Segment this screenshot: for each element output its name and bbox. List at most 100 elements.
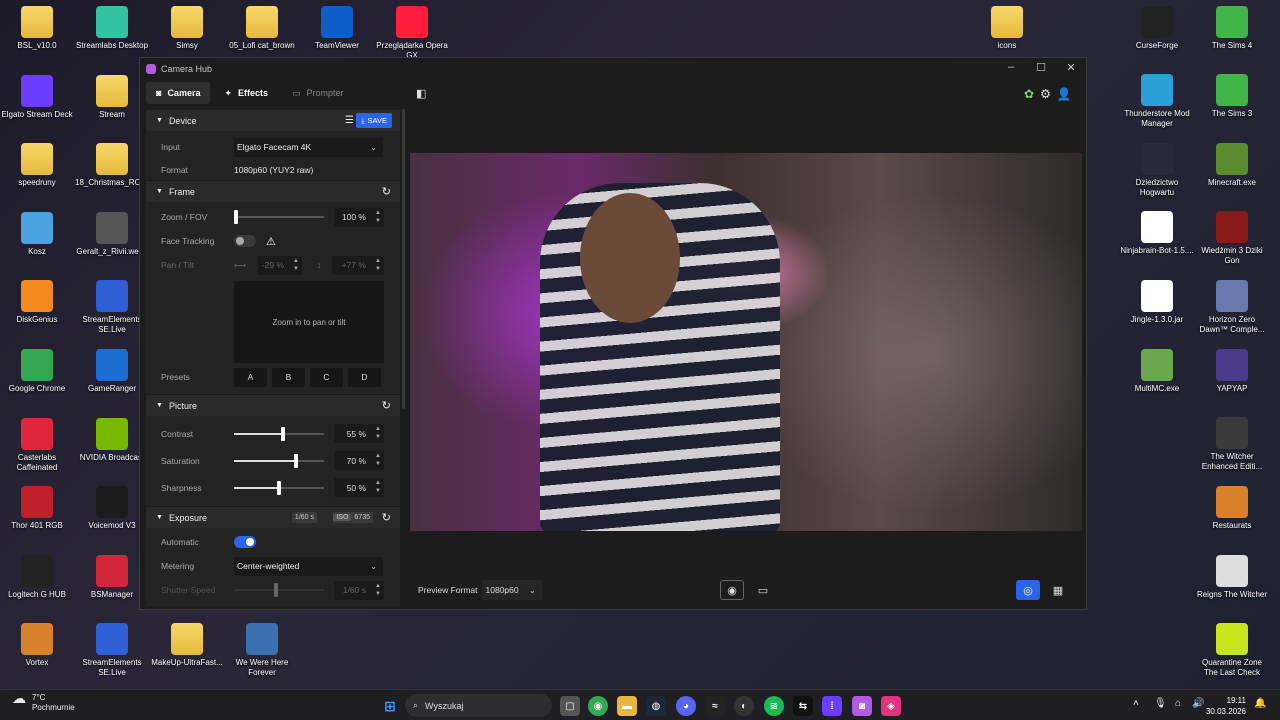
reset-icon[interactable]: ↻ <box>382 185 391 198</box>
sharpness-slider[interactable] <box>234 480 324 495</box>
preset-a-button[interactable]: A <box>234 367 267 387</box>
saturation-slider[interactable] <box>234 453 324 468</box>
desktop-icon[interactable]: Restaurats <box>1195 486 1269 531</box>
save-button[interactable]: ⤓ SAVE <box>356 113 392 128</box>
preset-b-button[interactable]: B <box>272 367 305 387</box>
desktop-icon[interactable]: Thunderstore Mod Manager <box>1120 74 1194 129</box>
stepper-icon[interactable]: ▲ ▼ <box>375 257 381 273</box>
settings-panel[interactable]: ▼ Device ☰ ⤓ SAVE Input Elgato Facecam 4… <box>146 109 400 606</box>
collapse-triangle-icon[interactable]: ▼ <box>156 514 163 521</box>
warning-icon[interactable]: ⚠ <box>266 235 276 248</box>
stepper-icon[interactable]: ▲ ▼ <box>375 452 381 468</box>
preset-c-button[interactable]: C <box>310 367 343 387</box>
desktop-icon[interactable]: Voicemod V3 <box>75 486 149 531</box>
metering-dropdown[interactable]: Center-weighted ⌄ <box>234 556 383 576</box>
grid-icon[interactable]: ▦ <box>1046 580 1070 600</box>
sidebar-toggle-icon[interactable]: ◧ <box>416 87 426 100</box>
desktop-icon[interactable]: Quarantine Zone The Last Check <box>1195 623 1269 678</box>
maximize-icon[interactable]: ☐ <box>1026 61 1056 74</box>
desktop-icon[interactable]: Ninjabrain-Bot-1.5.... <box>1120 211 1194 256</box>
teamviewer-icon[interactable]: ⇆ <box>793 696 813 716</box>
desktop-icon[interactable]: 18_Christmas_RO..._Purple <box>75 143 175 188</box>
snapshot-icon[interactable]: ◉ <box>720 580 744 600</box>
reset-icon[interactable]: ↻ <box>382 511 391 524</box>
minimize-icon[interactable]: – <box>996 61 1026 73</box>
desktop-icon[interactable]: Reigns The Witcher <box>1195 555 1269 600</box>
desktop-icon[interactable]: GameRanger <box>75 349 149 394</box>
contrast-slider-handle[interactable] <box>281 426 285 441</box>
desktop-icon[interactable]: Kosz <box>0 211 74 257</box>
desktop-icon[interactable]: TeamViewer <box>300 6 374 51</box>
chevron-up-icon[interactable]: ˄ <box>1133 698 1139 709</box>
microphone-icon[interactable]: 🎙 <box>1154 698 1167 709</box>
start-icon[interactable]: ⊞ <box>380 696 400 716</box>
user-icon[interactable]: 👤 <box>1057 87 1072 101</box>
desktop-icon[interactable]: CurseForge <box>1120 6 1194 51</box>
desktop-icon[interactable]: YAPYAP <box>1195 349 1269 394</box>
folder-icon[interactable]: ▭ <box>751 580 775 600</box>
saturation-slider-handle[interactable] <box>294 453 298 468</box>
contrast-slider[interactable] <box>234 426 324 441</box>
stepper-icon[interactable]: ▲ ▼ <box>375 209 381 225</box>
sharpness-input[interactable]: 50 % ▲ ▼ <box>334 478 384 497</box>
task-view-icon[interactable]: ▢ <box>560 696 580 716</box>
marketplace-icon[interactable]: ✿ <box>1024 87 1034 101</box>
desktop-icon[interactable]: icons <box>970 6 1044 51</box>
tilt-input[interactable]: +77 % ▲ ▼ <box>332 255 384 275</box>
desktop-icon[interactable]: MakeUp-UltraFast... <box>150 623 224 668</box>
pan-input[interactable]: -29 % ▲ ▼ <box>258 255 302 275</box>
notification-bell-icon[interactable]: 🔔 <box>1254 698 1266 709</box>
desktop-icon[interactable]: Simsy <box>150 6 224 51</box>
zoom-input[interactable]: 100 % ▲ ▼ <box>334 207 384 227</box>
close-icon[interactable]: ✕ <box>1056 61 1086 74</box>
desktop-icon[interactable]: Stream <box>75 74 149 120</box>
input-dropdown[interactable]: Elgato Facecam 4K ⌄ <box>234 137 383 157</box>
shutter-input[interactable]: 1/60 s ▲ ▼ <box>334 580 384 600</box>
face-tracking-toggle[interactable] <box>234 235 256 247</box>
zoom-slider-handle[interactable] <box>234 210 238 224</box>
streamelements-icon[interactable]: ◐ <box>734 696 754 716</box>
contrast-input[interactable]: 55 % ▲ ▼ <box>334 424 384 443</box>
desktop-icon[interactable]: Dziedzictwo Hogwartu <box>1120 143 1194 198</box>
app-taskbar-icon[interactable]: ◈ <box>881 696 901 716</box>
sliders-icon[interactable]: ☰ <box>345 115 354 126</box>
desktop-icon[interactable]: BSL_v10.0 <box>0 6 74 51</box>
panel-scrollbar[interactable] <box>402 109 405 409</box>
collapse-triangle-icon[interactable]: ▼ <box>156 117 163 124</box>
exposure-section-header[interactable]: ▼ Exposure 1/60 s ISO 6735 ↻ <box>146 506 400 528</box>
title-bar[interactable]: Camera Hub – ☐ ✕ <box>140 58 1086 79</box>
desktop-icon[interactable]: Geralt_z_Rivii.webp <box>75 211 149 257</box>
sharpness-slider-handle[interactable] <box>277 480 281 495</box>
automatic-toggle[interactable] <box>234 536 256 548</box>
desktop-icon[interactable]: 05_Lofi cat_brown <box>225 6 299 51</box>
desktop-icon[interactable]: Vortex <box>0 623 74 668</box>
shutter-slider-handle[interactable] <box>274 583 278 597</box>
camera-hub-taskbar-icon[interactable]: ◙ <box>852 696 872 716</box>
tab-camera[interactable]: ◙ Camera <box>146 82 211 104</box>
reset-icon[interactable]: ↻ <box>382 399 391 412</box>
saturation-input[interactable]: 70 % ▲ ▼ <box>334 451 384 470</box>
file-explorer-icon[interactable]: ▬ <box>617 696 637 716</box>
desktop-icon[interactable]: Wiedźmin 3 Dziki Gon <box>1195 211 1269 266</box>
desktop-icon[interactable]: Jingle-1.3.0.jar <box>1120 280 1194 325</box>
device-section-header[interactable]: ▼ Device ☰ ⤓ SAVE <box>146 109 400 131</box>
tab-effects[interactable]: ✦ Effects <box>214 82 278 104</box>
stepper-icon[interactable]: ▲ ▼ <box>375 425 381 441</box>
preset-d-button[interactable]: D <box>348 367 381 387</box>
desktop-icon[interactable]: The Sims 3 <box>1195 74 1269 119</box>
desktop-icon[interactable]: Logitech G HUB <box>0 554 74 600</box>
desktop-icon[interactable]: Elgato Stream Deck <box>0 74 74 120</box>
tab-prompter[interactable]: ▭ Prompter <box>282 82 354 104</box>
desktop-icon[interactable]: Casterlabs Caffeinated <box>0 417 74 473</box>
collapse-triangle-icon[interactable]: ▼ <box>156 402 163 409</box>
shutter-slider[interactable] <box>234 583 324 597</box>
picture-section-header[interactable]: ▼ Picture ↻ <box>146 394 400 416</box>
pan-tilt-pad[interactable]: Zoom in to pan or tilt <box>234 281 384 363</box>
desktop-icon[interactable]: Google Chrome <box>0 349 74 394</box>
desktop-icon[interactable]: Przeglądarka Opera GX <box>375 6 449 61</box>
stepper-icon[interactable]: ▲ ▼ <box>293 257 299 273</box>
chrome-icon[interactable]: ◉ <box>588 696 608 716</box>
spotify-icon[interactable]: ≋ <box>764 696 784 716</box>
stepper-icon[interactable]: ▲ ▼ <box>375 479 381 495</box>
desktop-icon[interactable]: DiskGenius <box>0 280 74 325</box>
